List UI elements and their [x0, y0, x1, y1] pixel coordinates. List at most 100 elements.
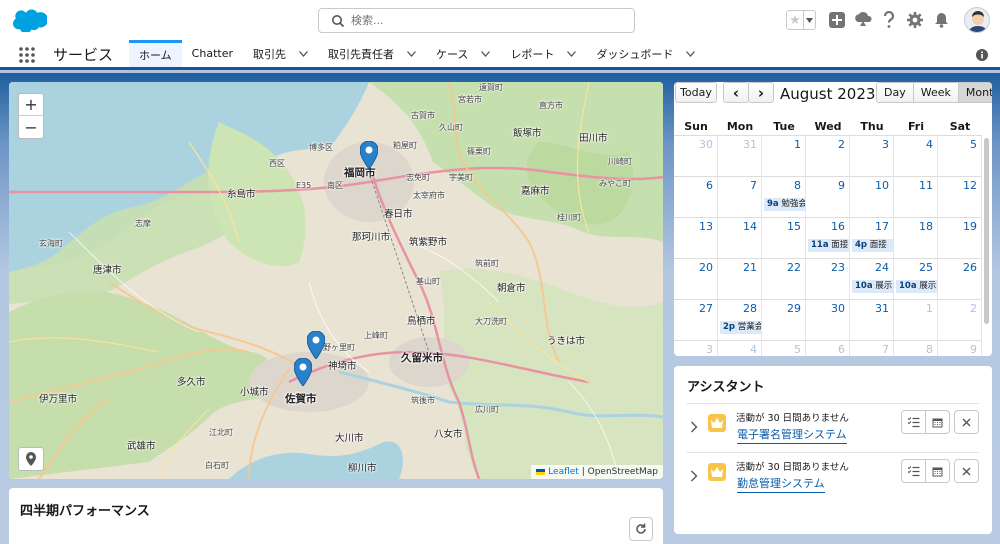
zoom-out-button[interactable]: − — [19, 116, 43, 138]
day-number[interactable]: 30 — [699, 138, 713, 151]
day-number[interactable]: 3 — [882, 138, 889, 151]
calendar-scrollbar[interactable] — [984, 138, 989, 324]
calendar-day-cell[interactable]: 21 — [718, 259, 762, 300]
calendar-day-cell[interactable]: 3 — [850, 136, 894, 177]
assistant-record-link[interactable]: 勤怠管理システム — [737, 475, 825, 493]
calendar-event[interactable]: 4p 面接 — [852, 239, 893, 252]
day-number[interactable]: 4 — [926, 138, 933, 151]
trailhead-icon[interactable] — [854, 11, 872, 29]
calendar-event[interactable]: 9a 勉強会 — [764, 198, 805, 211]
day-number[interactable]: 3 — [706, 343, 713, 356]
nav-tab[interactable]: ケース — [426, 40, 500, 67]
calendar-event[interactable]: 2p 営業会 — [720, 321, 761, 334]
day-number[interactable]: 31 — [875, 302, 889, 315]
calendar-event[interactable]: 11a 面接 — [808, 239, 849, 252]
calendar-day-cell[interactable]: 26 — [938, 259, 982, 300]
dismiss-button[interactable] — [954, 410, 979, 434]
day-number[interactable]: 22 — [787, 261, 801, 274]
add-icon[interactable] — [828, 11, 846, 29]
calendar-event[interactable]: 10a 展示 — [896, 280, 937, 293]
day-number[interactable]: 17 — [875, 220, 889, 233]
calendar-day-cell[interactable]: 4 — [718, 341, 762, 356]
day-number[interactable]: 26 — [963, 261, 977, 274]
view-week-button[interactable]: Week — [913, 83, 959, 102]
info-icon[interactable] — [976, 49, 988, 61]
day-number[interactable]: 25 — [919, 261, 933, 274]
day-number[interactable]: 1 — [794, 138, 801, 151]
today-button[interactable]: Today — [675, 82, 717, 103]
day-number[interactable]: 29 — [787, 302, 801, 315]
calendar-day-cell[interactable]: 8 — [894, 341, 938, 356]
calendar-day-cell[interactable]: 22 — [762, 259, 806, 300]
assistant-record-link[interactable]: 電子署名管理システム — [737, 426, 847, 444]
calendar-day-cell[interactable]: 5 — [762, 341, 806, 356]
map-marker-icon[interactable] — [294, 358, 312, 386]
day-number[interactable]: 6 — [706, 179, 713, 192]
calendar-day-cell[interactable]: 25 10a 展示 — [894, 259, 938, 300]
nav-tab[interactable]: 取引先責任者 — [318, 40, 426, 67]
osm-attribution[interactable]: | OpenStreetMap — [582, 467, 658, 477]
calendar-day-cell[interactable]: 6 — [806, 341, 850, 356]
day-number[interactable]: 7 — [882, 343, 889, 356]
calendar-day-cell[interactable]: 30 — [674, 136, 718, 177]
calendar-day-cell[interactable]: 11 — [894, 177, 938, 218]
calendar-day-cell[interactable]: 16 11a 面接 — [806, 218, 850, 259]
leaflet-link[interactable]: Leaflet — [548, 467, 579, 477]
calendar-day-cell[interactable]: 14 — [718, 218, 762, 259]
refresh-button[interactable] — [629, 517, 653, 541]
day-number[interactable]: 9 — [970, 343, 977, 356]
calendar-day-cell[interactable]: 18 — [894, 218, 938, 259]
calendar-day-cell[interactable]: 9 — [806, 177, 850, 218]
map-tiles[interactable] — [9, 82, 663, 479]
help-icon[interactable] — [880, 11, 898, 29]
new-event-button[interactable] — [925, 459, 950, 483]
calendar-event[interactable]: 10a 展示 — [852, 280, 893, 293]
day-number[interactable]: 21 — [743, 261, 757, 274]
calendar-day-cell[interactable]: 24 10a 展示 — [850, 259, 894, 300]
day-number[interactable]: 23 — [831, 261, 845, 274]
nav-tab[interactable]: レポート — [500, 40, 586, 67]
salesforce-logo-icon[interactable] — [13, 8, 47, 32]
calendar-day-cell[interactable]: 30 — [806, 300, 850, 341]
day-number[interactable]: 15 — [787, 220, 801, 233]
new-event-button[interactable] — [925, 410, 950, 434]
day-number[interactable]: 30 — [831, 302, 845, 315]
day-number[interactable]: 20 — [699, 261, 713, 274]
calendar-day-cell[interactable]: 27 — [674, 300, 718, 341]
day-number[interactable]: 18 — [919, 220, 933, 233]
chevron-right-icon[interactable] — [690, 421, 698, 433]
zoom-in-button[interactable]: + — [19, 94, 43, 116]
chevron-down-icon[interactable] — [686, 50, 696, 57]
day-number[interactable]: 2 — [838, 138, 845, 151]
gear-icon[interactable] — [906, 11, 924, 29]
day-number[interactable]: 7 — [750, 179, 757, 192]
calendar-day-cell[interactable]: 7 — [850, 341, 894, 356]
global-search[interactable] — [318, 8, 635, 33]
calendar-day-cell[interactable]: 28 2p 営業会 — [718, 300, 762, 341]
calendar-day-cell[interactable]: 20 — [674, 259, 718, 300]
day-number[interactable]: 11 — [919, 179, 933, 192]
calendar-day-cell[interactable]: 19 — [938, 218, 982, 259]
calendar-day-cell[interactable]: 2 — [806, 136, 850, 177]
day-number[interactable]: 27 — [699, 302, 713, 315]
avatar[interactable] — [964, 7, 990, 33]
chevron-right-icon[interactable] — [690, 470, 698, 482]
nav-tab[interactable]: Chatter — [182, 40, 243, 67]
calendar-day-cell[interactable]: 31 — [718, 136, 762, 177]
nav-tab[interactable]: ダッシュボード — [586, 40, 705, 67]
calendar-day-cell[interactable]: 2 — [938, 300, 982, 341]
map-card[interactable]: 福岡市 糸島市 春日市 那珂川市 筑紫野市 唐津市 飯塚市 嘉麻市 田川市 朝倉… — [9, 82, 663, 479]
day-number[interactable]: 2 — [970, 302, 977, 315]
day-number[interactable]: 16 — [831, 220, 845, 233]
new-task-button[interactable] — [901, 410, 926, 434]
star-icon[interactable]: ★ — [787, 11, 804, 29]
day-number[interactable]: 28 — [743, 302, 757, 315]
calendar-day-cell[interactable]: 17 4p 面接 — [850, 218, 894, 259]
day-number[interactable]: 8 — [926, 343, 933, 356]
calendar-day-cell[interactable]: 6 — [674, 177, 718, 218]
day-number[interactable]: 31 — [743, 138, 757, 151]
calendar-day-cell[interactable]: 7 — [718, 177, 762, 218]
dismiss-button[interactable] — [954, 459, 979, 483]
day-number[interactable]: 1 — [926, 302, 933, 315]
day-number[interactable]: 14 — [743, 220, 757, 233]
